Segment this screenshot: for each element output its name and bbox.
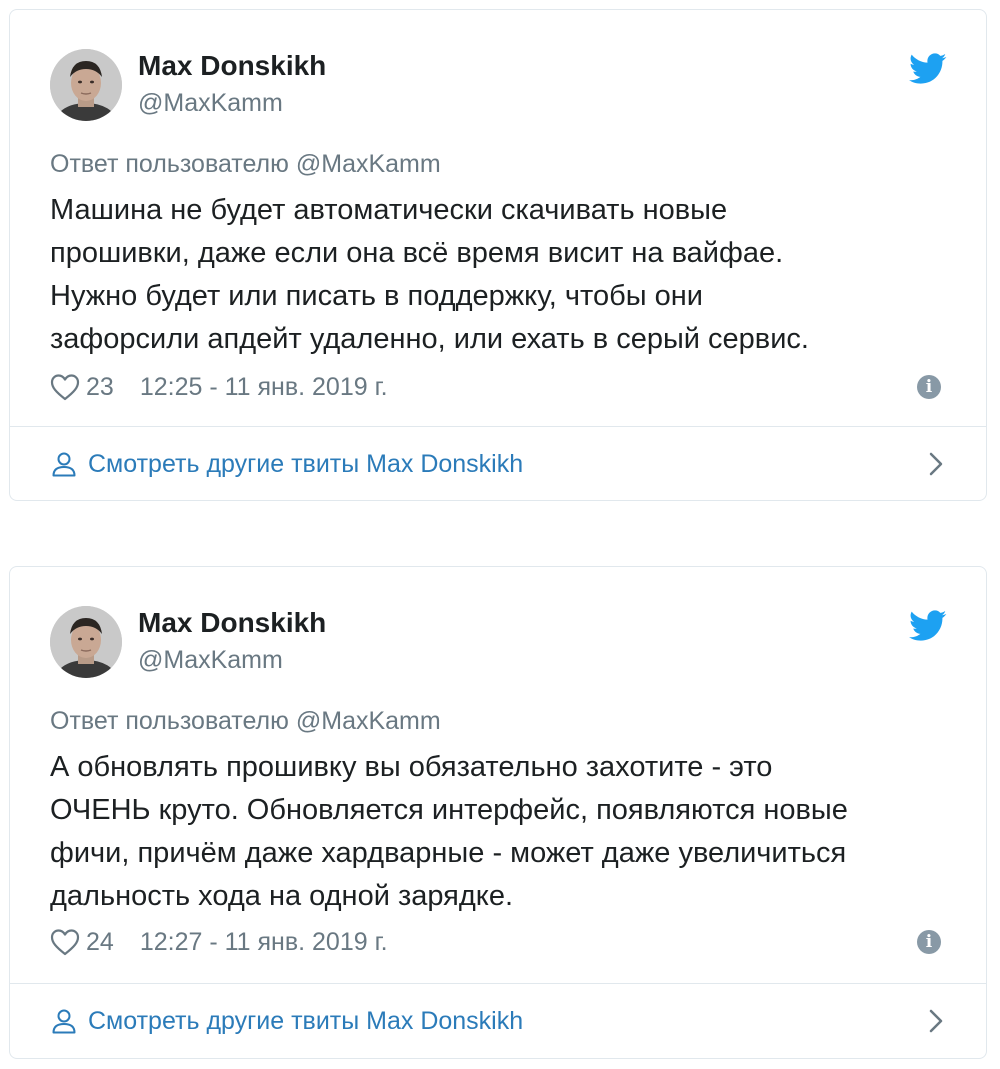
divider xyxy=(10,426,986,427)
reply-prefix: Ответ пользователю xyxy=(50,707,289,735)
author-name[interactable]: Max Donskikh xyxy=(138,50,326,82)
view-more-label[interactable]: Смотреть другие твиты Max Donskikh xyxy=(88,450,523,479)
info-icon[interactable]: i xyxy=(917,930,941,954)
heart-icon[interactable] xyxy=(50,373,80,401)
tweet-card: Max Donskikh @MaxKamm Ответ пользователю… xyxy=(9,566,987,1059)
tweet-text: А обновлять прошивку вы обязательно захо… xyxy=(50,751,848,912)
avatar[interactable] xyxy=(50,49,122,121)
tweet-text: Машина не будет автоматически скачивать … xyxy=(50,194,809,355)
chevron-right-icon[interactable] xyxy=(926,450,946,478)
author-handle[interactable]: @MaxKamm xyxy=(138,89,283,118)
avatar-image xyxy=(50,49,122,121)
heart-icon[interactable] xyxy=(50,928,80,956)
like-count[interactable]: 24 xyxy=(86,928,114,957)
author-name[interactable]: Max Donskikh xyxy=(138,607,326,639)
reply-prefix: Ответ пользователю xyxy=(50,150,289,178)
chevron-right-icon[interactable] xyxy=(926,1007,946,1035)
timestamp-link[interactable]: 12:25 - 11 янв. 2019 г. xyxy=(140,373,388,402)
view-more-label[interactable]: Смотреть другие твиты Max Donskikh xyxy=(88,1007,523,1036)
author-handle[interactable]: @MaxKamm xyxy=(138,646,283,675)
person-icon xyxy=(52,1009,76,1034)
view-more-tweets-link[interactable]: Смотреть другие твиты Max Donskikh xyxy=(50,447,946,481)
twitter-bird-icon[interactable] xyxy=(909,53,947,85)
view-more-tweets-link[interactable]: Смотреть другие твиты Max Donskikh xyxy=(50,1004,946,1038)
tweet-meta: 24 12:27 - 11 янв. 2019 г. xyxy=(50,926,388,958)
reply-mention-link[interactable]: @MaxKamm xyxy=(296,150,441,178)
info-icon[interactable]: i xyxy=(917,375,941,399)
reply-context: Ответ пользователю @MaxKamm xyxy=(50,707,441,736)
tweet-card: Max Donskikh @MaxKamm Ответ пользователю… xyxy=(9,9,987,501)
reply-context: Ответ пользователю @MaxKamm xyxy=(50,150,441,179)
timestamp-link[interactable]: 12:27 - 11 янв. 2019 г. xyxy=(140,928,388,957)
divider xyxy=(10,983,986,984)
twitter-bird-icon[interactable] xyxy=(909,610,947,642)
avatar[interactable] xyxy=(50,606,122,678)
person-icon xyxy=(52,452,76,477)
avatar-image xyxy=(50,606,122,678)
reply-mention-link[interactable]: @MaxKamm xyxy=(296,707,441,735)
like-count[interactable]: 23 xyxy=(86,373,114,402)
tweet-meta: 23 12:25 - 11 янв. 2019 г. xyxy=(50,371,388,403)
